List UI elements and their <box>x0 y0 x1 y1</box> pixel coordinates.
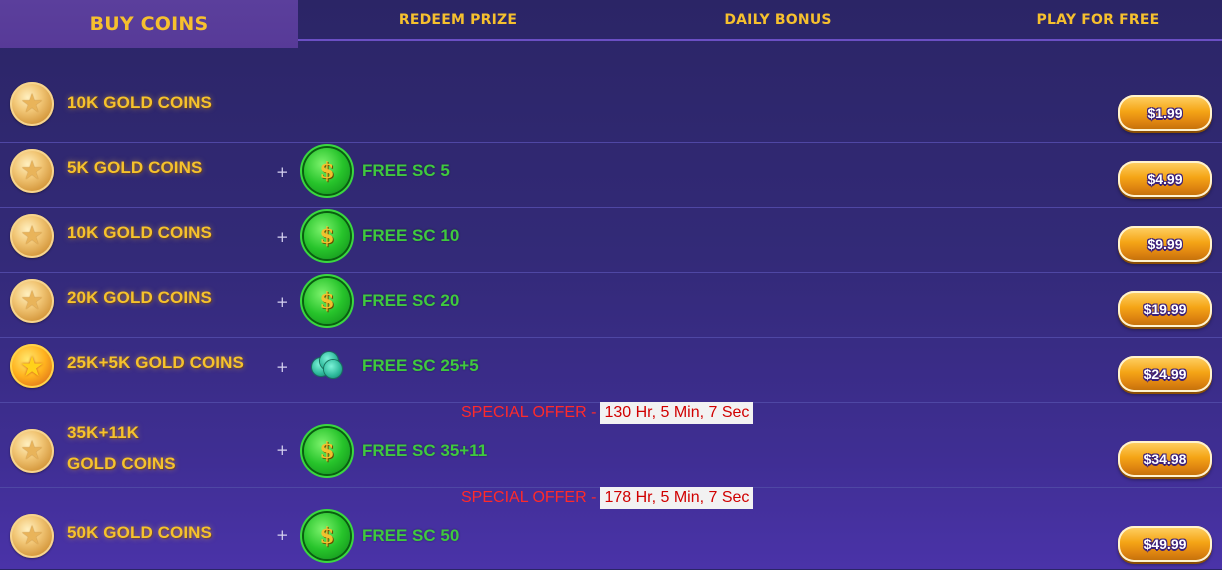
sweeps-coin-dollar-icon: $ <box>304 513 350 559</box>
gold-coins-label: 25K+5K GOLD COINS <box>67 353 244 372</box>
special-offer: SPECIAL OFFER - 178 Hr, 5 Min, 7 Sec <box>461 486 754 509</box>
gold-coin-icon: ★ <box>10 514 54 558</box>
free-sc-label: FREE SC 50 <box>362 526 460 545</box>
special-offer-label: SPECIAL OFFER - <box>461 403 597 421</box>
sweeps-coin-dollar-icon: $ <box>304 278 350 324</box>
free-sc-label: FREE SC 10 <box>362 226 460 245</box>
package-row: ★ 10K GOLD COINS $1.99 <box>0 78 1222 142</box>
plus-sign: + <box>276 293 289 311</box>
price-button[interactable]: $9.99 <box>1118 226 1212 262</box>
gold-coins-label: 10K GOLD COINS <box>67 93 212 112</box>
price-button[interactable]: $4.99 <box>1118 161 1212 197</box>
gold-coins-label: 10K GOLD COINS <box>67 223 212 242</box>
free-sc-label: FREE SC 20 <box>362 291 460 310</box>
gold-coin-icon: ★ <box>10 429 54 473</box>
tab-play-for-free[interactable]: PLAY FOR FREE <box>938 0 1222 40</box>
tab-buy-coins[interactable]: BUY COINS <box>0 0 298 48</box>
sweeps-coin-dollar-icon: $ <box>304 213 350 259</box>
free-sc-label: FREE SC 35+11 <box>362 441 488 460</box>
gold-coins-label: 20K GOLD COINS <box>67 288 212 307</box>
package-row: SPECIAL OFFER - 130 Hr, 5 Min, 7 Sec ★ 3… <box>0 401 1222 487</box>
tab-redeem-prize[interactable]: REDEEM PRIZE <box>298 0 618 40</box>
gold-coins-label: 5K GOLD COINS <box>67 158 203 177</box>
gold-coins-label: 50K GOLD COINS <box>67 523 212 542</box>
sweeps-coin-dollar-icon: $ <box>304 428 350 474</box>
gold-coin-icon: ★ <box>10 279 54 323</box>
tab-daily-bonus[interactable]: DAILY BONUS <box>618 0 938 40</box>
offer-countdown-timer: 130 Hr, 5 Min, 7 Sec <box>600 401 754 424</box>
package-row: ★ 20K GOLD COINS + $ FREE SC 20 $19.99 <box>0 272 1222 337</box>
price-button[interactable]: $19.99 <box>1118 291 1212 327</box>
plus-sign: + <box>276 163 289 181</box>
tab-underline <box>298 39 1222 41</box>
package-row: ★ 10K GOLD COINS + $ FREE SC 10 $9.99 <box>0 207 1222 272</box>
sweeps-coin-dollar-icon: $ <box>304 148 350 194</box>
price-button[interactable]: $24.99 <box>1118 356 1212 392</box>
gold-coins-label: GOLD COINS <box>67 454 176 473</box>
gold-coin-icon: ★ <box>10 214 54 258</box>
offer-countdown-timer: 178 Hr, 5 Min, 7 Sec <box>600 486 754 509</box>
price-button[interactable]: $49.99 <box>1118 526 1212 562</box>
plus-sign: + <box>276 526 289 544</box>
gold-coin-icon: ★ <box>10 82 54 126</box>
tab-bar: BUY COINS REDEEM PRIZE DAILY BONUS PLAY … <box>0 0 1222 48</box>
special-offer: SPECIAL OFFER - 130 Hr, 5 Min, 7 Sec <box>461 401 754 424</box>
free-sc-label: FREE SC 5 <box>362 161 450 180</box>
package-row: ★ 25K+5K GOLD COINS + FREE SC 25+5 $24.9… <box>0 337 1222 402</box>
plus-sign: + <box>276 228 289 246</box>
plus-sign: + <box>276 358 289 376</box>
gold-coins-label: 35K+11K <box>67 423 140 442</box>
package-row: ★ 5K GOLD COINS + $ FREE SC 5 $4.99 <box>0 142 1222 207</box>
package-row: SPECIAL OFFER - 178 Hr, 5 Min, 7 Sec ★ 5… <box>0 486 1222 570</box>
price-button[interactable]: $34.98 <box>1118 441 1212 477</box>
plus-sign: + <box>276 441 289 459</box>
special-offer-label: SPECIAL OFFER - <box>461 488 597 506</box>
gold-star-coin-icon: ★ <box>10 344 54 388</box>
sweeps-coin-stack-icon <box>312 352 344 378</box>
price-button[interactable]: $1.99 <box>1118 95 1212 131</box>
gold-coin-icon: ★ <box>10 149 54 193</box>
free-sc-label: FREE SC 25+5 <box>362 356 479 375</box>
